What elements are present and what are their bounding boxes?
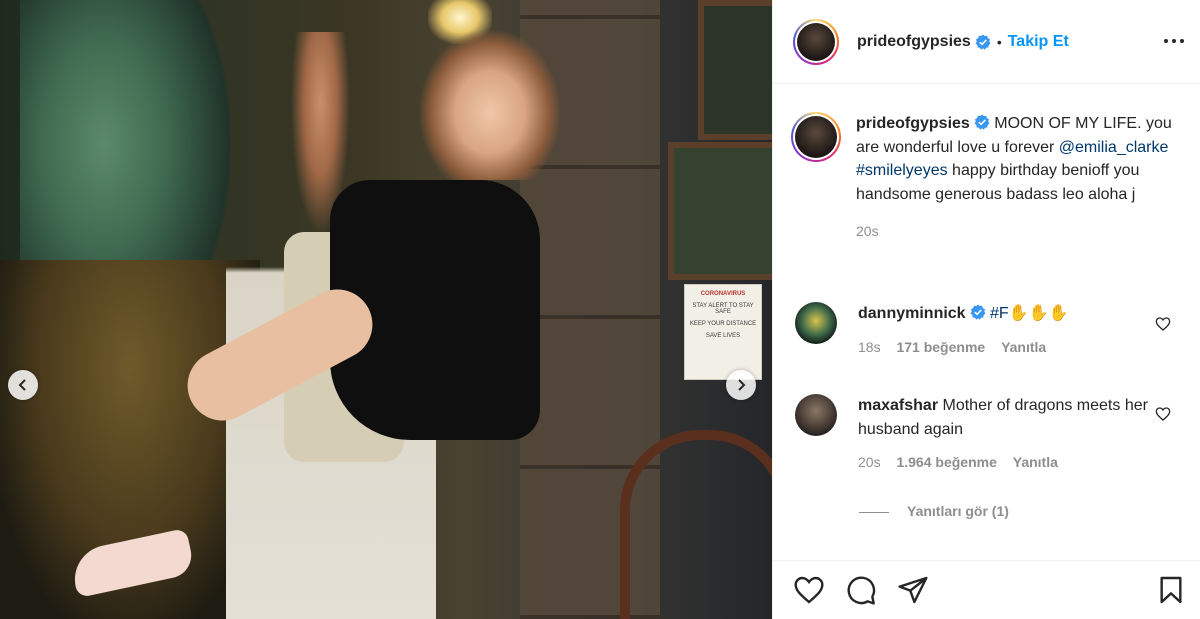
wall-frame bbox=[698, 0, 772, 140]
comment-timestamp[interactable]: 18s bbox=[858, 339, 881, 355]
verified-badge-icon bbox=[975, 34, 991, 50]
commenter-avatar[interactable] bbox=[795, 302, 837, 344]
verified-badge-icon bbox=[974, 114, 990, 130]
like-heart-icon[interactable] bbox=[793, 574, 825, 606]
like-comment-heart-icon[interactable] bbox=[1155, 316, 1171, 332]
caption-timestamp[interactable]: 20s bbox=[856, 220, 1176, 244]
comment-body: maxafshar Mother of dragons meets her hu… bbox=[858, 394, 1148, 475]
caption-author-avatar[interactable] bbox=[791, 112, 841, 162]
author-username[interactable]: prideofgypsies bbox=[857, 33, 971, 51]
post-header: prideofgypsies • Takip Et bbox=[773, 0, 1200, 84]
poster-line: STAY ALERT TO STAY SAFE bbox=[692, 303, 754, 315]
follow-button[interactable]: Takip Et bbox=[1008, 33, 1069, 51]
post-photo[interactable]: CORONAVIRUS STAY ALERT TO STAY SAFE KEEP… bbox=[0, 0, 772, 619]
comment-meta: 20s 1.964 beğenme Yanıtla bbox=[858, 451, 1148, 475]
previous-photo-button[interactable] bbox=[8, 370, 38, 400]
view-replies-button[interactable]: Yanıtları gör (1) bbox=[859, 503, 1009, 519]
commenter-username[interactable]: maxafshar bbox=[858, 397, 938, 414]
chevron-right-icon bbox=[738, 379, 746, 391]
view-replies-label: Yanıtları gör (1) bbox=[907, 503, 1009, 519]
more-horizontal-icon[interactable] bbox=[1163, 32, 1185, 50]
commenter-username[interactable]: dannyminnick bbox=[858, 305, 966, 322]
chevron-left-icon bbox=[18, 379, 26, 391]
comment-likes[interactable]: 171 beğenme bbox=[896, 339, 985, 355]
avatar-image bbox=[795, 116, 837, 158]
post-side-panel: prideofgypsies • Takip Et prideofgypsies bbox=[772, 0, 1200, 619]
header-user: prideofgypsies • Takip Et bbox=[857, 33, 1069, 51]
woman-head bbox=[420, 30, 560, 180]
comment-bubble-icon[interactable] bbox=[845, 574, 877, 606]
avatar-image bbox=[797, 22, 835, 61]
caption-hashtag-link[interactable]: #smilelyeyes bbox=[856, 162, 948, 179]
reply-button[interactable]: Yanıtla bbox=[1001, 339, 1046, 355]
like-comment-heart-icon[interactable] bbox=[1155, 406, 1171, 422]
comment-meta: 18s 171 beğenme Yanıtla bbox=[858, 336, 1148, 360]
reply-button[interactable]: Yanıtla bbox=[1013, 454, 1058, 470]
instagram-post: CORONAVIRUS STAY ALERT TO STAY SAFE KEEP… bbox=[0, 0, 1200, 619]
comment-text[interactable]: #F✋✋✋ bbox=[990, 305, 1068, 322]
coronavirus-poster: CORONAVIRUS STAY ALERT TO STAY SAFE KEEP… bbox=[684, 284, 762, 380]
caption-text: prideofgypsies MOON OF MY LIFE. you are … bbox=[856, 112, 1176, 244]
caption-username[interactable]: prideofgypsies bbox=[856, 115, 970, 132]
comment-item: maxafshar Mother of dragons meets her hu… bbox=[791, 394, 1191, 475]
share-paper-plane-icon[interactable] bbox=[897, 574, 929, 606]
post-caption: prideofgypsies MOON OF MY LIFE. you are … bbox=[791, 112, 1191, 244]
poster-line: SAVE LIVES bbox=[705, 333, 741, 339]
post-action-bar bbox=[773, 560, 1200, 619]
author-avatar[interactable] bbox=[793, 18, 839, 65]
save-bookmark-icon[interactable] bbox=[1155, 574, 1187, 606]
poster-line: CORONAVIRUS bbox=[700, 291, 746, 297]
comment-body: dannyminnick #F✋✋✋ 18s 171 beğenme Yanıt… bbox=[858, 302, 1148, 359]
commenter-avatar[interactable] bbox=[795, 394, 837, 436]
comment-item: dannyminnick #F✋✋✋ 18s 171 beğenme Yanıt… bbox=[791, 302, 1191, 359]
separator-dot: • bbox=[996, 33, 1002, 50]
poster-line: KEEP YOUR DISTANCE bbox=[689, 321, 757, 327]
wall-frame bbox=[668, 142, 772, 280]
next-photo-button[interactable] bbox=[726, 370, 756, 400]
verified-badge-icon bbox=[970, 304, 986, 320]
comment-likes[interactable]: 1.964 beğenme bbox=[896, 454, 996, 470]
wooden-chair bbox=[620, 430, 772, 619]
comment-timestamp[interactable]: 20s bbox=[858, 454, 881, 470]
caption-mention-link[interactable]: @emilia_clarke bbox=[1059, 139, 1169, 156]
view-replies-line bbox=[859, 511, 889, 513]
